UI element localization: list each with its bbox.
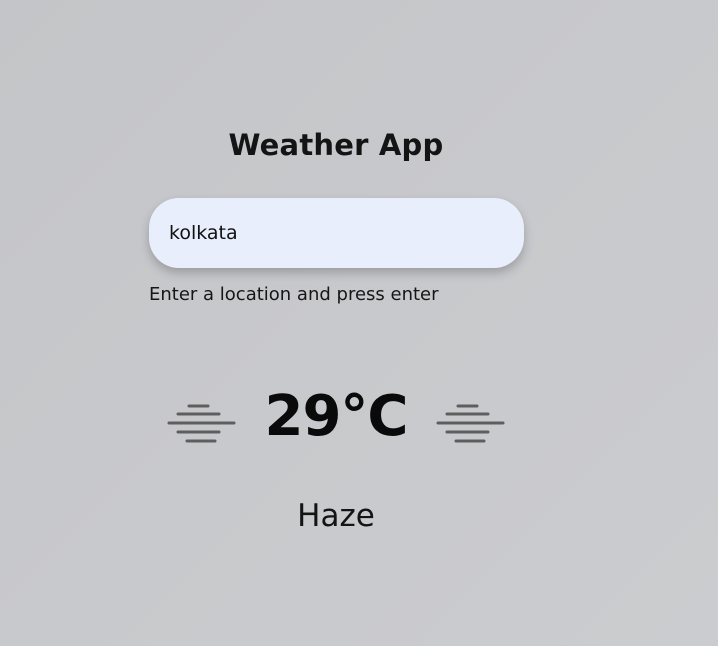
temperature-row: 29°C: [150, 380, 522, 470]
search-hint: Enter a location and press enter: [149, 284, 439, 305]
haze-icon: [436, 404, 505, 443]
location-input[interactable]: [169, 222, 504, 244]
weather-condition: Haze: [297, 498, 375, 534]
weather-app: Weather App Enter a location and press e…: [0, 0, 718, 646]
search-box[interactable]: [149, 198, 524, 268]
page-title: Weather App: [228, 128, 444, 162]
